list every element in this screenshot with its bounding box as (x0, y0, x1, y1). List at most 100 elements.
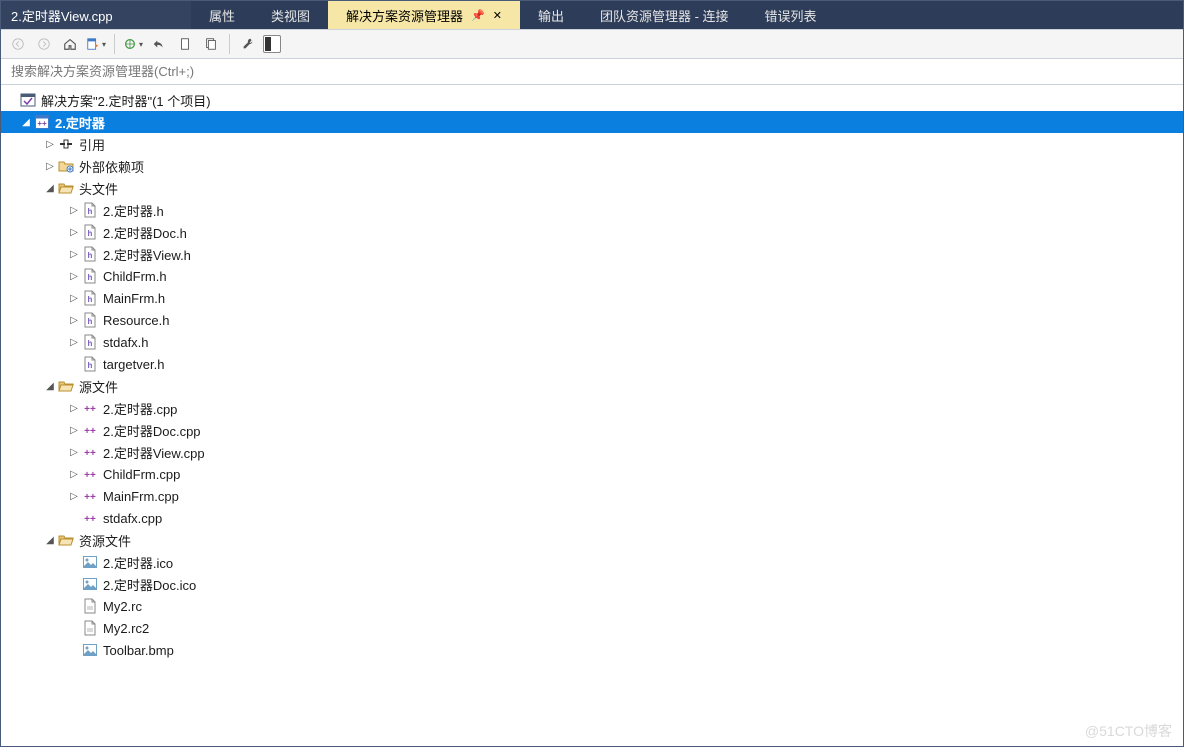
expand-arrow-icon[interactable]: ▷ (67, 491, 81, 502)
properties-button[interactable] (237, 33, 259, 55)
project-node[interactable]: ◢ 2.定时器 (1, 111, 1183, 133)
collapse-all-button[interactable] (200, 33, 222, 55)
solution-tree[interactable]: 解决方案"2.定时器"(1 个项目) ◢ 2.定时器 ▷ 引用 ▷ 外部依赖项 … (1, 85, 1183, 746)
file-label: My2.rc (103, 599, 150, 614)
solution-label: 解决方案"2.定时器"(1 个项目) (41, 91, 219, 110)
expand-arrow-icon[interactable]: ▷ (67, 227, 81, 238)
file-label: ChildFrm.cpp (103, 467, 188, 482)
expand-arrow-icon[interactable]: ▷ (67, 337, 81, 348)
image-file-icon (81, 641, 99, 659)
header-file-item[interactable]: ▷ChildFrm.h (1, 265, 1183, 287)
expand-arrow-icon[interactable]: ▷ (67, 205, 81, 216)
resource-file-icon (81, 597, 99, 615)
file-label: MainFrm.h (103, 291, 173, 306)
cpp-file-icon (81, 421, 99, 439)
project-label: 2.定时器 (55, 113, 113, 132)
header-file-item[interactable]: ▷2.定时器Doc.h (1, 221, 1183, 243)
file-label: My2.rc2 (103, 621, 157, 636)
resource-file-item[interactable]: 2.定时器.ico (1, 551, 1183, 573)
header-file-item[interactable]: ▷ 2.定时器.h (1, 199, 1183, 221)
scope-button[interactable] (122, 33, 144, 55)
file-label: 2.定时器.ico (103, 553, 181, 572)
back-button[interactable] (7, 33, 29, 55)
folder-label: 头文件 (79, 179, 126, 198)
file-label: stdafx.cpp (103, 511, 170, 526)
header-file-item[interactable]: ▷ MainFrm.h (1, 287, 1183, 309)
pin-icon[interactable]: 📌 (471, 9, 485, 22)
expand-arrow-icon[interactable]: ▷ (43, 161, 57, 172)
search-input[interactable] (9, 63, 1175, 80)
file-label: 2.定时器.h (103, 201, 172, 220)
tab-file-cpp[interactable]: 2.定时器View.cpp (1, 1, 191, 29)
source-file-item[interactable]: ▷2.定时器View.cpp (1, 441, 1183, 463)
expand-arrow-icon[interactable]: ◢ (43, 183, 57, 194)
folder-open-icon (57, 531, 75, 549)
header-file-item[interactable]: ▷2.定时器View.h (1, 243, 1183, 265)
h-file-icon (81, 289, 99, 307)
source-file-item[interactable]: stdafx.cpp (1, 507, 1183, 529)
expand-arrow-icon[interactable]: ◢ (19, 117, 33, 128)
expand-arrow-icon[interactable]: ▷ (67, 469, 81, 480)
expand-arrow-icon[interactable]: ▷ (67, 447, 81, 458)
expand-arrow-icon[interactable]: ▷ (67, 249, 81, 260)
show-all-files-button[interactable] (174, 33, 196, 55)
tab-output[interactable]: 输出 (520, 1, 582, 29)
tab-class-view[interactable]: 类视图 (253, 1, 328, 29)
solution-explorer-toolbar (1, 29, 1183, 59)
expand-arrow-icon[interactable]: ◢ (43, 535, 57, 546)
solution-icon (19, 91, 37, 109)
folder-open-icon (57, 179, 75, 197)
source-files-folder[interactable]: ◢ 源文件 (1, 375, 1183, 397)
cpp-file-icon (81, 487, 99, 505)
source-file-item[interactable]: ▷2.定时器Doc.cpp (1, 419, 1183, 441)
external-deps-node[interactable]: ▷ 外部依赖项 (1, 155, 1183, 177)
resource-file-item[interactable]: My2.rc2 (1, 617, 1183, 639)
resource-file-item[interactable]: My2.rc (1, 595, 1183, 617)
file-label: Resource.h (103, 313, 177, 328)
close-icon[interactable]: ✕ (493, 9, 502, 22)
header-file-item[interactable]: targetver.h (1, 353, 1183, 375)
expand-arrow-icon[interactable]: ▷ (67, 315, 81, 326)
expand-arrow-icon[interactable]: ▷ (67, 425, 81, 436)
tab-error-list[interactable]: 错误列表 (747, 1, 835, 29)
cpp-file-icon (81, 509, 99, 527)
file-label: MainFrm.cpp (103, 489, 187, 504)
h-file-icon (81, 245, 99, 263)
tab-solution-explorer[interactable]: 解决方案资源管理器 📌 ✕ (328, 1, 520, 29)
header-file-item[interactable]: ▷ Resource.h (1, 309, 1183, 331)
folder-label: 源文件 (79, 377, 126, 396)
references-node[interactable]: ▷ 引用 (1, 133, 1183, 155)
resource-files-folder[interactable]: ◢ 资源文件 (1, 529, 1183, 551)
header-files-folder[interactable]: ◢ 头文件 (1, 177, 1183, 199)
source-file-item[interactable]: ▷2.定时器.cpp (1, 397, 1183, 419)
resource-file-icon (81, 619, 99, 637)
home-button[interactable] (59, 33, 81, 55)
document-tab-strip: 2.定时器View.cpp 属性 类视图 解决方案资源管理器 📌 ✕ 输出 团队… (1, 1, 1183, 29)
resource-file-item[interactable]: Toolbar.bmp (1, 639, 1183, 661)
cpp-file-icon (81, 465, 99, 483)
folder-open-icon (57, 377, 75, 395)
h-file-icon (81, 223, 99, 241)
source-file-item[interactable]: ▷ ChildFrm.cpp (1, 463, 1183, 485)
h-file-icon (81, 201, 99, 219)
preview-button[interactable] (263, 35, 281, 53)
tab-file-label: 2.定时器View.cpp (11, 6, 113, 25)
expand-arrow-icon[interactable]: ◢ (43, 381, 57, 392)
forward-button[interactable] (33, 33, 55, 55)
h-file-icon (81, 311, 99, 329)
source-file-item[interactable]: ▷ MainFrm.cpp (1, 485, 1183, 507)
tab-properties[interactable]: 属性 (191, 1, 253, 29)
solution-explorer-search (1, 59, 1183, 85)
image-file-icon (81, 553, 99, 571)
expand-arrow-icon[interactable]: ▷ (67, 403, 81, 414)
sync-active-doc-button[interactable] (85, 33, 107, 55)
expand-arrow-icon[interactable]: ▷ (67, 271, 81, 282)
expand-arrow-icon[interactable]: ▷ (43, 139, 57, 150)
undo-button[interactable] (148, 33, 170, 55)
tab-team-explorer[interactable]: 团队资源管理器 - 连接 (582, 1, 747, 29)
solution-node[interactable]: 解决方案"2.定时器"(1 个项目) (1, 89, 1183, 111)
expand-arrow-icon[interactable]: ▷ (67, 293, 81, 304)
header-file-item[interactable]: ▷stdafx.h (1, 331, 1183, 353)
resource-file-item[interactable]: 2.定时器Doc.ico (1, 573, 1183, 595)
folder-icon (57, 157, 75, 175)
